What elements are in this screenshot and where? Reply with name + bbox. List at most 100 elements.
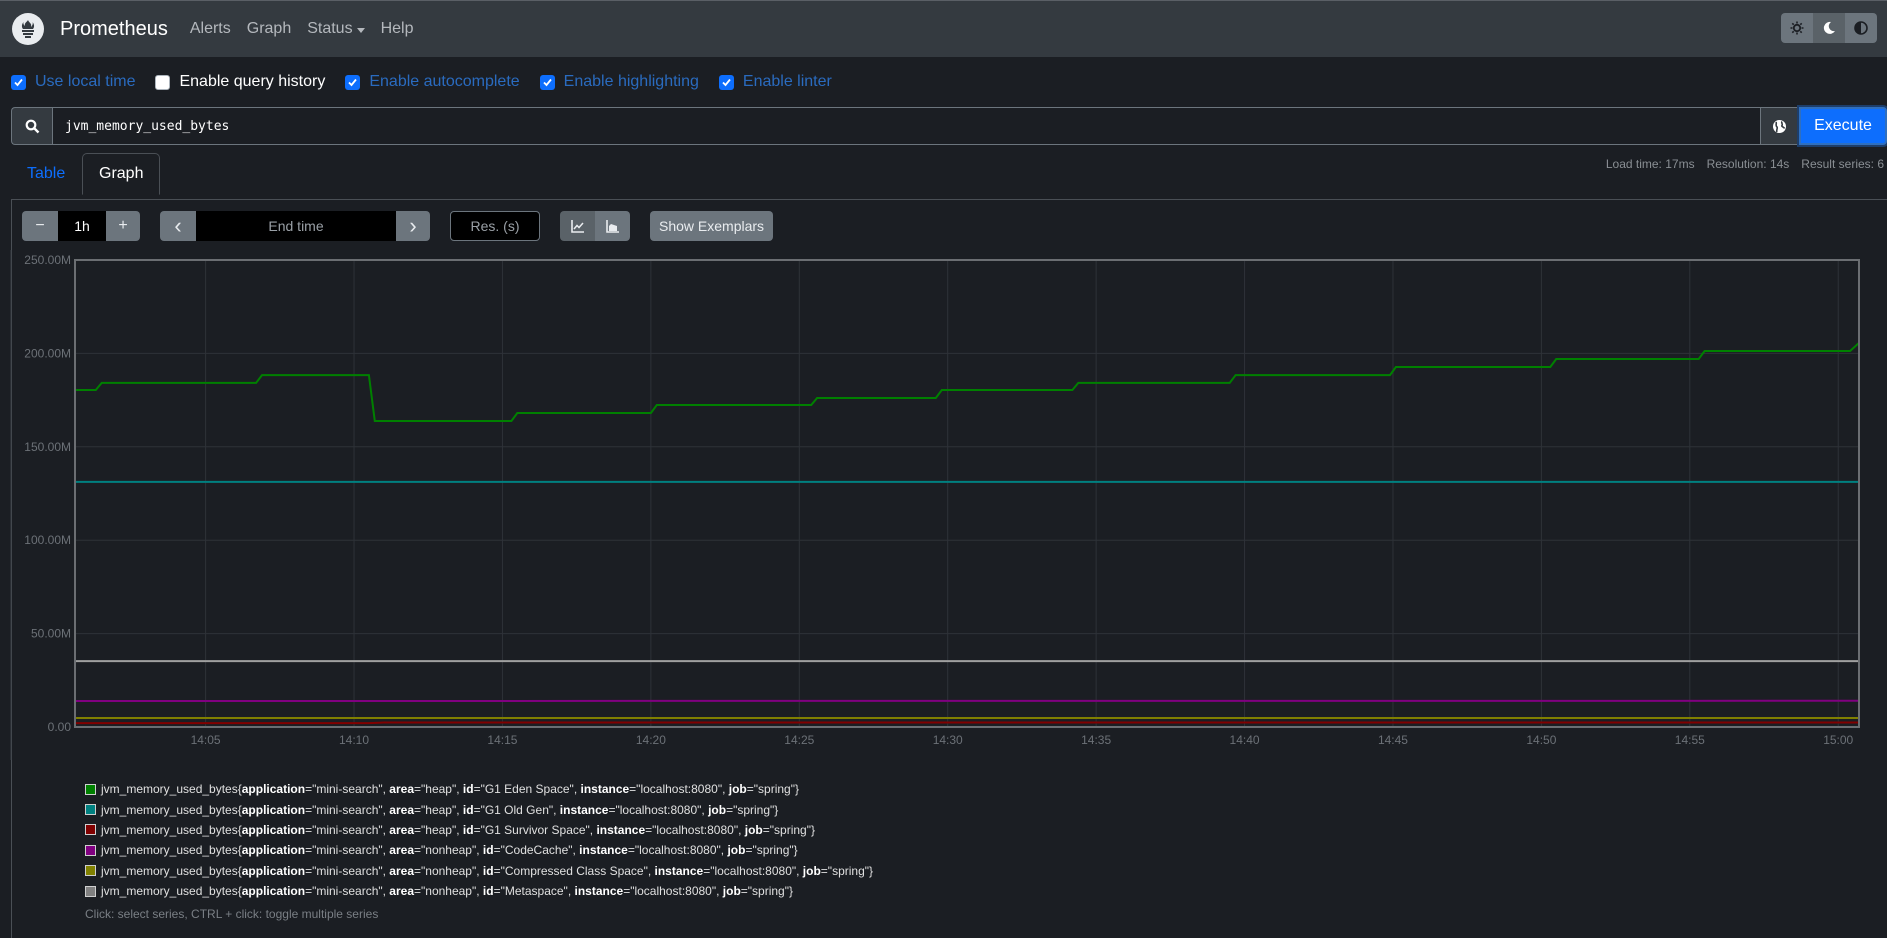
time-series-chart[interactable]: 0.00 50.00M 100.00M 150.00M 200.00M 250.00M 14…	[0, 250, 1887, 760]
tab-graph[interactable]: Graph	[82, 153, 161, 195]
legend-item[interactable]: jvm_memory_used_bytes{application="mini-…	[85, 840, 873, 860]
area-chart-icon	[605, 219, 619, 233]
x-tick-label: 14:20	[636, 733, 666, 747]
checkbox-checked-icon[interactable]	[539, 74, 555, 90]
show-exemplars-button[interactable]: Show Exemplars	[650, 211, 774, 241]
legend-item[interactable]: jvm_memory_used_bytes{application="mini-…	[85, 779, 873, 799]
y-tick-label: 150.00M	[24, 440, 71, 454]
plot-area	[75, 260, 1859, 727]
option-label: Enable autocomplete	[369, 73, 520, 90]
globe-icon	[1773, 119, 1786, 133]
query-options: Use local time Enable query history Enab…	[0, 57, 1887, 107]
legend-swatch	[85, 885, 96, 897]
legend-series-label: jvm_memory_used_bytes{application="mini-…	[101, 802, 779, 817]
execute-button[interactable]: Execute	[1799, 107, 1887, 145]
x-tick-label: 14:10	[339, 733, 369, 747]
metrics-explorer-button[interactable]	[1761, 107, 1799, 145]
result-series: Result series: 6	[1801, 157, 1884, 171]
unstacked-mode-button[interactable]	[560, 211, 595, 241]
legend-item[interactable]: jvm_memory_used_bytes{application="mini-…	[85, 861, 873, 881]
theme-light-button[interactable]	[1781, 13, 1813, 43]
legend-series-label: jvm_memory_used_bytes{application="mini-…	[101, 782, 799, 797]
sun-icon	[1790, 21, 1804, 35]
query-stats: Load time: 17ms Resolution: 14s Result ser…	[1594, 157, 1884, 171]
option-enable-highlighting[interactable]: Enable highlighting	[539, 73, 699, 91]
range-input-group: − 1h +	[22, 211, 140, 241]
nav-status-label: Status	[307, 20, 353, 37]
navbar: Prometheus Alerts Graph Status Help	[0, 0, 1887, 57]
legend-series-label: jvm_memory_used_bytes{application="mini-…	[101, 884, 794, 899]
nav-graph[interactable]: Graph	[247, 20, 291, 38]
y-tick-label: 200.00M	[24, 346, 71, 360]
x-tick-label: 14:50	[1526, 733, 1556, 747]
nav-help[interactable]: Help	[381, 20, 414, 38]
theme-toggle-group	[1781, 13, 1877, 43]
graph-controls: − 1h + ‹ End time › Res. (s) Show Exempl…	[22, 211, 774, 241]
legend-swatch	[85, 824, 96, 836]
increase-range-button[interactable]: +	[106, 211, 140, 241]
resolution-input[interactable]: Res. (s)	[450, 211, 540, 241]
result-tabs: Table Graph Load time: 17ms Resolution: 1…	[11, 153, 1887, 195]
option-enable-autocomplete[interactable]: Enable autocomplete	[345, 73, 520, 91]
x-tick-label: 14:30	[933, 733, 963, 747]
line-chart-icon	[570, 219, 584, 233]
option-enable-query-history[interactable]: Enable query history	[155, 73, 325, 91]
end-time-group: ‹ End time ›	[160, 211, 430, 241]
legend-item[interactable]: jvm_memory_used_bytes{application="mini-…	[85, 881, 873, 901]
x-tick-label: 14:25	[784, 733, 814, 747]
option-label: Enable query history	[179, 73, 326, 90]
theme-auto-button[interactable]	[1845, 13, 1877, 43]
query-expression-input[interactable]: jvm_memory_used_bytes	[52, 107, 1761, 145]
y-tick-label: 50.00M	[31, 627, 71, 641]
legend-item[interactable]: jvm_memory_used_bytes{application="mini-…	[85, 820, 873, 840]
nav-status[interactable]: Status	[307, 20, 365, 38]
theme-dark-button[interactable]	[1813, 13, 1845, 43]
next-time-button[interactable]: ›	[396, 211, 430, 241]
prometheus-logo-icon[interactable]	[12, 13, 44, 45]
load-time: Load time: 17ms	[1605, 157, 1695, 171]
legend-series-label: jvm_memory_used_bytes{application="mini-…	[101, 822, 815, 837]
y-tick-label: 250.00M	[24, 253, 71, 267]
checkbox-checked-icon[interactable]	[718, 74, 734, 90]
legend-hint: Click: select series, CTRL + click: togg…	[85, 907, 379, 922]
query-bar: jvm_memory_used_bytes Execute	[11, 107, 1887, 145]
search-icon	[11, 107, 52, 145]
checkbox-checked-icon[interactable]	[11, 74, 26, 90]
checkbox-unchecked-icon[interactable]	[155, 74, 171, 90]
end-time-input[interactable]: End time	[196, 211, 396, 241]
option-enable-linter[interactable]: Enable linter	[718, 73, 832, 91]
x-tick-label: 14:40	[1230, 733, 1260, 747]
legend-item[interactable]: jvm_memory_used_bytes{application="mini-…	[85, 799, 873, 819]
previous-time-button[interactable]: ‹	[160, 211, 196, 241]
decrease-range-button[interactable]: −	[22, 211, 58, 241]
nav-alerts[interactable]: Alerts	[190, 20, 231, 38]
legend-swatch	[85, 865, 96, 877]
moon-icon	[1823, 21, 1835, 34]
legend-swatch	[85, 804, 96, 816]
caret-down-icon	[356, 27, 365, 33]
stacked-mode-button[interactable]	[595, 211, 630, 241]
y-tick-label: 100.00M	[24, 533, 71, 547]
option-label: Enable highlighting	[563, 73, 699, 90]
legend-swatch	[85, 844, 96, 856]
x-tick-label: 14:55	[1675, 733, 1705, 747]
x-tick-label: 14:15	[487, 733, 517, 747]
x-tick-label: 14:35	[1081, 733, 1111, 747]
contrast-icon	[1854, 21, 1868, 35]
x-tick-label: 14:05	[191, 733, 221, 747]
y-tick-label: 0.00	[48, 720, 72, 734]
option-label: Use local time	[35, 73, 136, 90]
resolution: Resolution: 14s	[1706, 157, 1790, 171]
x-tick-label: 14:45	[1378, 733, 1408, 747]
option-use-local-time[interactable]: Use local time	[11, 73, 135, 91]
legend-swatch	[85, 783, 96, 795]
legend-series-label: jvm_memory_used_bytes{application="mini-…	[101, 843, 798, 858]
series-line-g1-survivor-space	[75, 721, 1859, 725]
range-input[interactable]: 1h	[58, 211, 106, 241]
series-legend: jvm_memory_used_bytes{application="mini-…	[85, 779, 873, 921]
checkbox-checked-icon[interactable]	[345, 74, 361, 90]
option-label: Enable linter	[742, 73, 832, 90]
x-tick-label: 15:00	[1823, 733, 1853, 747]
brand-title[interactable]: Prometheus	[60, 18, 168, 41]
tab-table[interactable]: Table	[11, 153, 81, 195]
